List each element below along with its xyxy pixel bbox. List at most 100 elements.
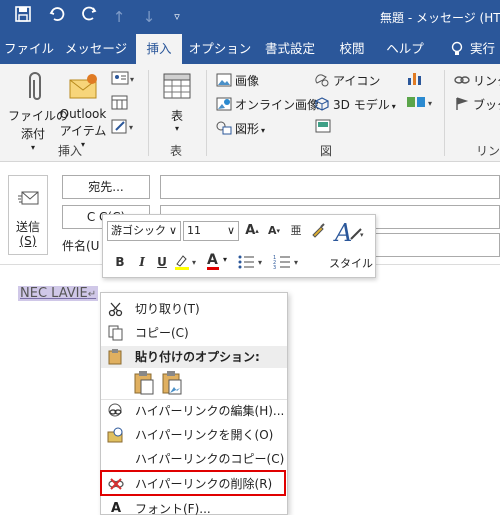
link-label: リンク — [473, 74, 500, 88]
link-button[interactable]: リンク — [454, 72, 500, 89]
attach-file-button[interactable]: ファイルの 添付 ▾ — [8, 107, 68, 152]
table-button[interactable]: 表 ▾ — [160, 107, 194, 133]
3d-models-label: 3D モデル — [333, 98, 390, 112]
outlook-item-label-1: Outlook — [59, 107, 107, 121]
italic-button[interactable]: I — [133, 253, 151, 271]
font-icon: A — [110, 501, 122, 515]
3d-models-button[interactable]: 3D モデル ▾ — [314, 96, 396, 113]
picture-button[interactable]: 画像 — [216, 72, 259, 89]
group-label-tables: 表 — [170, 144, 183, 158]
icons-button[interactable]: アイコン — [314, 72, 380, 89]
menu-item-edit-hyperlink[interactable]: ハイパーリンクの編集(H)... — [101, 399, 287, 423]
tab-options[interactable]: オプション — [188, 34, 252, 64]
font-name-value: 游ゴシック — [111, 224, 166, 237]
picture-icon — [216, 73, 232, 87]
paste-picture-icon[interactable] — [161, 371, 183, 395]
bullets-icon[interactable]: ▾ — [237, 253, 267, 271]
picture-label: 画像 — [235, 74, 260, 88]
menu-item-copy[interactable]: コピー(C) — [101, 321, 287, 345]
underline-button[interactable]: U — [153, 253, 171, 271]
save-icon[interactable] — [12, 6, 34, 28]
paste-options-label: 貼り付けのオプション: — [135, 350, 260, 364]
tab-tell-me[interactable]: 実行 — [470, 34, 500, 64]
window-title: 無題 - メッセージ (HTN — [380, 11, 500, 25]
svg-text:▾: ▾ — [428, 99, 432, 108]
screenshot-icon[interactable] — [314, 118, 334, 136]
grow-font-button[interactable]: A▴ — [243, 222, 261, 240]
font-label: フォント(F)... — [135, 502, 211, 515]
open-hyperlink-label: ハイパーリンクを開く(O) — [135, 428, 274, 442]
arrow-up-icon: ↑ — [112, 8, 126, 26]
icons-icon — [314, 73, 330, 87]
bookmark-label: ブックマ — [473, 98, 500, 112]
tab-format-text[interactable]: 書式設定 — [256, 34, 324, 64]
font-color-swatch — [207, 267, 219, 270]
lightbulb-icon[interactable] — [450, 41, 464, 57]
online-picture-button[interactable]: オンライン画像 — [216, 96, 319, 113]
text-highlight-button[interactable]: ▾ — [173, 252, 201, 272]
chevron-down-icon: ∨ — [168, 224, 177, 237]
redo-icon[interactable] — [78, 6, 100, 28]
send-shortcut: (S) — [19, 234, 37, 248]
online-picture-label: オンライン画像 — [235, 98, 320, 112]
tab-file[interactable]: ファイル — [0, 34, 58, 64]
shapes-icon — [216, 121, 232, 135]
to-field[interactable] — [160, 175, 500, 199]
chart-icon[interactable] — [406, 70, 424, 86]
undo-icon[interactable] — [46, 6, 68, 28]
svg-text:A: A — [333, 219, 352, 247]
paste-keep-source-icon[interactable] — [133, 371, 155, 395]
arrow-down-icon: ↓ — [142, 8, 156, 26]
tab-message[interactable]: メッセージ — [60, 34, 132, 64]
to-button[interactable]: 宛先... — [62, 175, 150, 199]
svg-text:▾: ▾ — [360, 231, 364, 239]
styles-icon[interactable]: A ▾ — [331, 217, 367, 247]
shapes-button[interactable]: 図形 ▾ — [216, 120, 265, 137]
outlook-item-label-2: アイテム — [59, 124, 107, 138]
cut-label: 切り取り(T) — [135, 302, 200, 316]
bold-button[interactable]: B — [111, 253, 129, 271]
group-separator — [444, 70, 445, 156]
attach-file-label-2: 添付 — [20, 127, 45, 141]
menu-item-copy-hyperlink[interactable]: ハイパーリンクのコピー(C) — [101, 447, 287, 471]
svg-text:▾: ▾ — [258, 258, 262, 267]
svg-text:▾: ▾ — [129, 123, 133, 132]
smartart-icon[interactable]: ▾ — [406, 94, 436, 110]
menu-item-font[interactable]: A フォント(F)... — [101, 497, 287, 515]
calendar-icon[interactable] — [110, 94, 130, 112]
bookmark-button[interactable]: ブックマ — [454, 96, 500, 113]
paste-options-header: 貼り付けのオプション: — [101, 346, 287, 368]
paperclip-icon — [20, 70, 48, 104]
edit-hyperlink-label: ハイパーリンクの編集(H)... — [135, 404, 285, 418]
svg-text:▾: ▾ — [130, 75, 134, 84]
font-color-button[interactable]: A ▾ — [205, 252, 233, 272]
link-icon — [454, 73, 470, 87]
tab-review[interactable]: 校閲 — [328, 34, 376, 64]
font-color-letter: A — [207, 252, 218, 268]
format-painter-icon[interactable] — [309, 221, 327, 239]
mini-toolbar: 游ゴシック ∨ 11 ∨ A▴ A▾ 亜 B I U ▾ A ▾ ▾ 1 2 3 ▾ … — [102, 214, 376, 278]
send-label: 送信 — [15, 220, 40, 234]
dropdown-icon: ▾ — [30, 143, 35, 152]
group-label-illustrations: 図 — [320, 144, 333, 158]
tab-help[interactable]: ヘルプ — [380, 34, 430, 64]
send-envelope-icon — [18, 190, 40, 206]
selected-hyperlink[interactable]: NEC LAVIE↵ — [18, 286, 99, 301]
tab-insert[interactable]: 挿入 — [136, 34, 182, 64]
menu-item-open-hyperlink[interactable]: ハイパーリンクを開く(O) — [101, 423, 287, 447]
phonetic-guide-button[interactable]: 亜 — [287, 222, 305, 240]
group-separator — [206, 70, 207, 156]
online-picture-icon — [216, 97, 232, 111]
dropdown-icon: ▾ — [223, 255, 228, 264]
menu-item-cut[interactable]: 切り取り(T) — [101, 297, 287, 321]
clipboard-icon — [107, 349, 125, 365]
font-name-select[interactable]: 游ゴシック ∨ — [107, 221, 181, 241]
shrink-font-button[interactable]: A▾ — [265, 222, 283, 240]
send-button[interactable]: 送信 (S) — [8, 175, 48, 255]
font-size-select[interactable]: 11 ∨ — [183, 221, 239, 241]
font-size-value: 11 — [187, 224, 201, 237]
business-card-icon[interactable]: ▾ — [110, 70, 138, 88]
numbering-icon[interactable]: 1 2 3 ▾ — [273, 253, 303, 271]
signature-icon[interactable]: ▾ — [110, 118, 138, 136]
customize-icon[interactable]: ▿ — [166, 6, 188, 28]
